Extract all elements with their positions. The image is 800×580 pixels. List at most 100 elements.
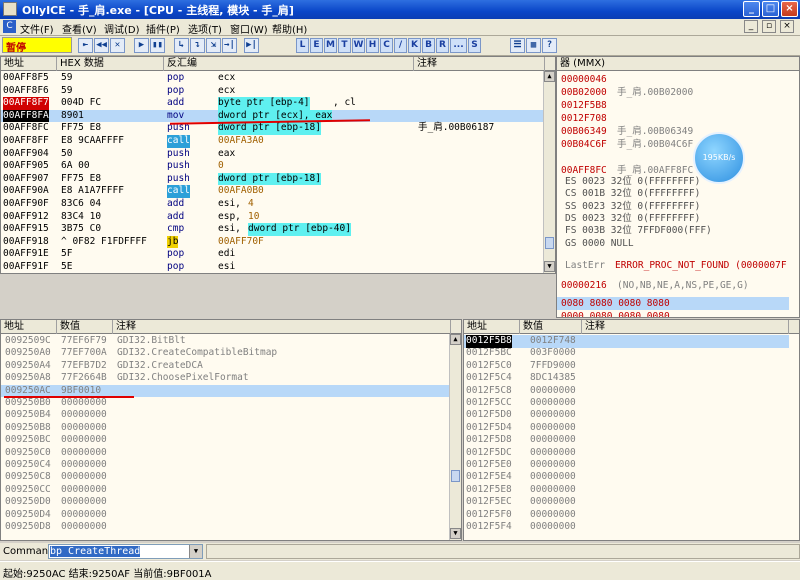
stack-row[interactable]: 0012F5D4 00000000 xyxy=(464,422,789,435)
stack-row[interactable]: 0012F5BC 003F0000 xyxy=(464,347,789,360)
scroll-up-icon[interactable]: ▲ xyxy=(450,334,461,345)
disasm-row[interactable]: 00AFF912 83C4 10 add esp, 10 xyxy=(1,211,545,224)
menu-plugins[interactable]: 插件(P) xyxy=(146,21,180,36)
disasm-row[interactable]: 00AFF905 6A 00 push 0 xyxy=(1,160,545,173)
executable-modules-button[interactable]: E xyxy=(310,38,323,53)
menu-window[interactable]: 窗口(W) xyxy=(230,21,268,36)
stack-pane[interactable]: 地址 数值 注释 0012F5B8 0012F748 0012F5BC 003F000… xyxy=(463,319,800,541)
close-program-icon[interactable]: ✕ xyxy=(110,38,125,53)
disasm-row[interactable]: 00AFF90A E8 A1A7FFFF call 00AFA0B0 xyxy=(1,185,545,198)
pause-icon[interactable]: ▮▮ xyxy=(150,38,165,53)
stack-row[interactable]: 0012F5D8 00000000 xyxy=(464,434,789,447)
mmx-line[interactable]: 0000 0080 0080 0080 xyxy=(561,310,670,317)
dump-row[interactable]: 009250D4 00000000 xyxy=(1,509,451,522)
disasm-row[interactable]: 00AFF91E 5F pop edi xyxy=(1,248,545,261)
col-comment[interactable]: 注释 xyxy=(414,57,545,71)
stack-row[interactable]: 0012F5E8 00000000 xyxy=(464,484,789,497)
stack-row[interactable]: 0012F5B8 0012F748 xyxy=(464,335,789,348)
stack-col-address[interactable]: 地址 xyxy=(464,320,520,334)
dump-row[interactable]: 009250CC 00000000 xyxy=(1,484,451,497)
stack-col-comment[interactable]: 注释 xyxy=(582,320,789,334)
segment-register[interactable]: SS 0023 32位 0(FFFFFFFF) xyxy=(565,200,700,213)
disasm-row[interactable]: 00AFF904 50 push eax xyxy=(1,148,545,161)
windows-button[interactable]: W xyxy=(352,38,365,53)
dump-row[interactable]: 009250A0 77EF700A GDI32.CreateCompatibleBi… xyxy=(1,347,451,360)
stack-row[interactable]: 0012F5C0 7FFD9000 xyxy=(464,360,789,373)
segment-register[interactable]: FS 003B 32位 7FFDF000(FFF) xyxy=(565,224,712,237)
disasm-row[interactable]: 00AFF90F 83C6 04 add esi, 4 xyxy=(1,198,545,211)
dump-row[interactable]: 009250A8 77F2664B GDI32.ChoosePixelFormat xyxy=(1,372,451,385)
log-window-button[interactable]: L xyxy=(296,38,309,53)
dump-row[interactable]: 009250D8 00000000 xyxy=(1,521,451,534)
stack-row[interactable]: 0012F5E4 00000000 xyxy=(464,471,789,484)
disassembly-pane[interactable]: 地址 HEX 数据 反汇编 注释 00AFF8F5 59 pop ecx 00AFF8F… xyxy=(0,56,556,274)
dump-row[interactable]: 009250C4 00000000 xyxy=(1,459,451,472)
list-icon[interactable]: ☰ xyxy=(510,38,525,53)
col-address[interactable]: 地址 xyxy=(1,57,57,71)
disasm-row[interactable]: 00AFF907 FF75 E8 push dword ptr [ebp-18] xyxy=(1,172,545,186)
col-hex[interactable]: HEX 数据 xyxy=(57,57,164,71)
scroll-thumb[interactable] xyxy=(545,237,554,249)
memory-map-button[interactable]: M xyxy=(324,38,337,53)
breakpoints-button[interactable]: B xyxy=(422,38,435,53)
maximize-button[interactable]: □ xyxy=(762,1,779,17)
command-input[interactable]: bp CreateThread ▼ xyxy=(48,544,203,559)
disasm-row[interactable]: 00AFF8F7 004D FC add byte ptr [ebp-4] , cl xyxy=(1,97,545,110)
trace-into-icon[interactable]: ⇲ xyxy=(206,38,221,53)
mmx-line[interactable]: 0080 8080 0080 8080 xyxy=(557,297,789,310)
stack-row[interactable]: 0012F5CC 00000000 xyxy=(464,397,789,410)
disasm-row[interactable]: 00AFF91F 5E pop esi xyxy=(1,261,545,273)
dump-row[interactable]: 009250C0 00000000 xyxy=(1,447,451,460)
mdi-restore-button[interactable]: ▫ xyxy=(762,20,776,33)
dump-row[interactable]: 009250D0 00000000 xyxy=(1,496,451,509)
disasm-row[interactable]: 00AFF8FC FF75 E8 push dword ptr [ebp-18] 手_肩… xyxy=(1,122,545,135)
segment-register[interactable]: CS 001B 32位 0(FFFFFFFF) xyxy=(565,187,700,200)
references-button[interactable]: R xyxy=(436,38,449,53)
stack-row[interactable]: 0012F5D0 00000000 xyxy=(464,409,789,422)
register-pane[interactable]: 器 (MMX) 00000046 00B02000 手_肩.00B02000 0012… xyxy=(556,56,800,318)
dump-row[interactable]: 009250C8 00000000 xyxy=(1,471,451,484)
grid-icon[interactable]: ▦ xyxy=(526,38,541,53)
scroll-down-icon[interactable]: ▼ xyxy=(544,261,555,272)
step-into-icon[interactable]: ↳ xyxy=(174,38,189,53)
stack-col-value[interactable]: 数值 xyxy=(520,320,582,334)
dropdown-arrow-icon[interactable]: ▼ xyxy=(189,545,202,558)
close-button[interactable]: × xyxy=(781,1,798,17)
run-trace-button[interactable]: ... xyxy=(450,38,467,53)
menu-file[interactable]: 文件(F) xyxy=(20,21,54,36)
dump-row[interactable]: 009250A4 77EFB7D2 GDI32.CreateDCA xyxy=(1,360,451,373)
open-icon[interactable]: ⇤ xyxy=(78,38,93,53)
stack-row[interactable]: 0012F5C4 8DC14385 xyxy=(464,372,789,385)
dump-row[interactable]: 009250B8 00000000 xyxy=(1,422,451,435)
menu-options[interactable]: 选项(T) xyxy=(188,21,222,36)
menu-view[interactable]: 查看(V) xyxy=(62,21,97,36)
handles-button[interactable]: H xyxy=(366,38,379,53)
stack-row[interactable]: 0012F5E0 00000000 xyxy=(464,459,789,472)
disasm-row[interactable]: 00AFF8F5 59 pop ecx xyxy=(1,72,545,85)
segment-register[interactable]: GS 0000 NULL xyxy=(565,237,634,250)
dump-row[interactable]: 009250B4 00000000 xyxy=(1,409,451,422)
call-stack-button[interactable]: K xyxy=(408,38,421,53)
cpu-button[interactable]: C xyxy=(380,38,393,53)
dump-col-value[interactable]: 数值 xyxy=(57,320,113,334)
mdi-close-button[interactable]: × xyxy=(780,20,794,33)
scroll-thumb[interactable] xyxy=(451,470,460,482)
restart-icon[interactable]: ◀◀ xyxy=(94,38,109,53)
col-disasm[interactable]: 反汇编 xyxy=(164,57,414,71)
segment-register[interactable]: ES 0023 32位 0(FFFFFFFF) xyxy=(565,175,700,188)
stack-row[interactable]: 0012F5EC 00000000 xyxy=(464,496,789,509)
disasm-row[interactable]: 00AFF915 3B75 C0 cmp esi, dword ptr [ebp-40… xyxy=(1,223,545,236)
scroll-down-icon[interactable]: ▼ xyxy=(450,528,461,539)
dump-pane[interactable]: 地址 数值 注释 0092509C 77EF6F79 GDI32.BitBlt 009… xyxy=(0,319,462,541)
dump-scrollbar[interactable]: ▲ ▼ xyxy=(449,334,461,540)
dump-row[interactable]: 009250BC 00000000 xyxy=(1,434,451,447)
stack-row[interactable]: 0012F5F4 00000000 xyxy=(464,521,789,534)
minimize-button[interactable]: _ xyxy=(743,1,760,17)
segment-register[interactable]: DS 0023 32位 0(FFFFFFFF) xyxy=(565,212,700,225)
stack-row[interactable]: 0012F5DC 00000000 xyxy=(464,447,789,460)
disasm-row[interactable]: 00AFF918 ^ 0F82 F1FDFFFF jb 00AFF70F xyxy=(1,235,545,249)
stack-row[interactable]: 0012F5F0 00000000 xyxy=(464,509,789,522)
disasm-row[interactable]: 00AFF8F6 59 pop ecx xyxy=(1,85,545,98)
mdi-minimize-button[interactable]: _ xyxy=(744,20,758,33)
scroll-up-icon[interactable]: ▲ xyxy=(544,71,555,82)
